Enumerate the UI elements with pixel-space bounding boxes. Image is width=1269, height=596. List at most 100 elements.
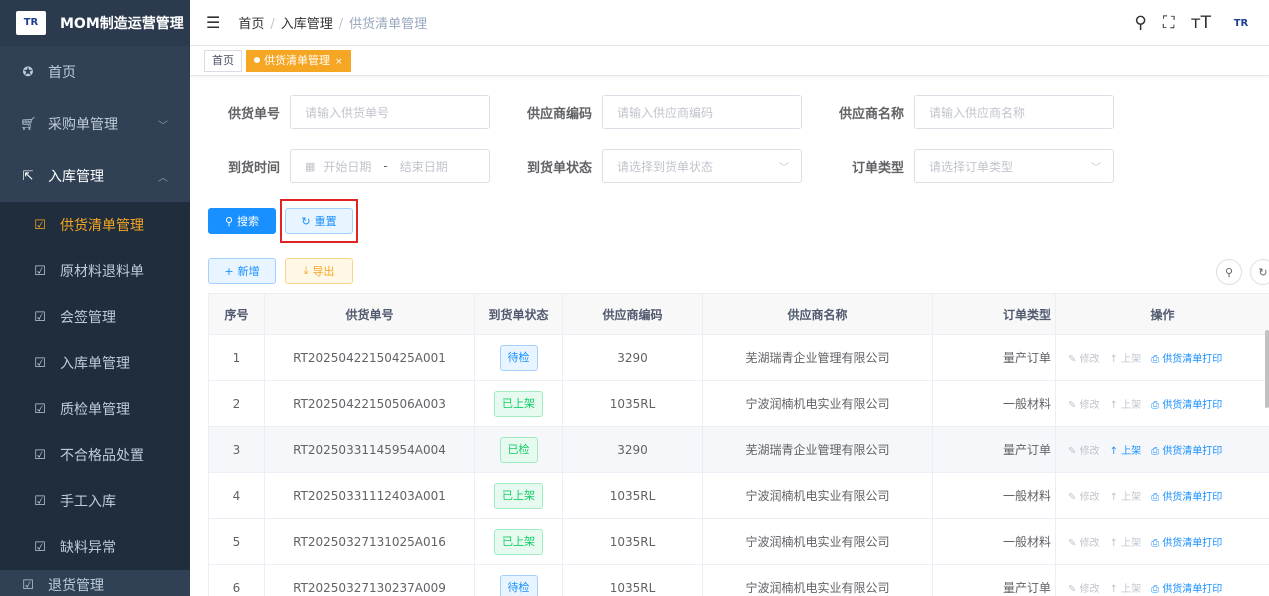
shelve-button[interactable]: ↑ 上架 <box>1110 446 1142 457</box>
arrow-up-icon: ↑ <box>1109 446 1122 457</box>
filter-label: 供货单号 <box>227 106 280 122</box>
sidebar-item-shortage[interactable]: ☑ 缺料异常 <box>0 524 190 570</box>
close-icon[interactable]: × <box>335 57 343 67</box>
sidebar-item-countersign[interactable]: ☑ 会签管理 <box>0 294 190 340</box>
filter-vendor-name: 供应商名称 请输入供应商名称 <box>824 95 1114 129</box>
table-row[interactable]: 4 RT20250331112403A001 已上架 1035RL 宁波润楠机电实业有限… <box>208 472 1269 519</box>
cart-icon: 🛒︎ <box>20 116 37 132</box>
table-row[interactable]: 3 RT20250331145954A004 已检 3290 芜湖瑞青企业管理有限公司量… <box>208 426 1269 473</box>
op-label: 供货清单打印 <box>1162 584 1223 595</box>
placeholder: 请选择到货单状态 <box>617 159 714 174</box>
add-button[interactable]: + 新增 <box>208 258 276 284</box>
range-separator: - <box>383 159 388 173</box>
printer-icon: ⎙ <box>1151 584 1163 595</box>
export-button[interactable]: ⤓ 导出 <box>285 258 353 284</box>
checkbox-icon: ☑ <box>34 447 46 463</box>
print-supply-list-button[interactable]: ⎙ 供货清单打印 <box>1151 400 1222 411</box>
edit-button[interactable]: ✎ 修改 <box>1068 584 1100 595</box>
sidebar-item-manual-inbound[interactable]: ☑ 手工入库 <box>0 478 190 524</box>
print-supply-list-button[interactable]: ⎙ 供货清单打印 <box>1151 446 1222 457</box>
cell-no: 6 <box>208 564 265 596</box>
reset-button[interactable]: ↻ 重置 <box>285 208 353 234</box>
arrival-date-range[interactable]: ▦ 开始日期 - 结束日期 <box>290 149 490 183</box>
shelve-button[interactable]: ↑ 上架 <box>1110 538 1142 549</box>
col-header-order-type: 订单类型 <box>932 293 1056 335</box>
checkbox-icon: ☑ <box>22 577 34 593</box>
edit-button[interactable]: ✎ 修改 <box>1068 492 1100 503</box>
cell-status: 已检 <box>474 426 563 473</box>
breadcrumb-current: 供货清单管理 <box>349 17 428 32</box>
checkbox-icon: ☑ <box>34 355 46 371</box>
print-supply-list-button[interactable]: ⎙ 供货清单打印 <box>1151 538 1222 549</box>
edit-button[interactable]: ✎ 修改 <box>1068 538 1100 549</box>
cell-actions: ✎ 修改 ↑ 上架 ⎙ 供货清单打印 <box>1055 472 1269 519</box>
table-row[interactable]: 5 RT20250327131025A016 已上架 1035RL 宁波润楠机电实业有限… <box>208 518 1269 565</box>
vendor-code-input[interactable]: 请输入供应商编码 <box>602 95 802 129</box>
filter-supply-no: 供货单号 请输入供货单号 <box>208 95 490 129</box>
sidebar-item-label: 质检单管理 <box>60 402 130 418</box>
order-type-select[interactable]: 请选择订单类型 ﹀ <box>914 149 1114 183</box>
user-avatar[interactable]: TR <box>1227 13 1255 33</box>
sidebar-item-inbound[interactable]: ⇱ 入库管理 ︿ <box>0 150 190 202</box>
cell-order-type: 一般材料 <box>932 518 1056 565</box>
breadcrumb-inbound[interactable]: 入库管理 <box>281 17 333 32</box>
filter-label: 供应商编码 <box>526 106 592 122</box>
cell-no: 4 <box>208 472 265 519</box>
sidebar-item-inspection[interactable]: ☑ 质检单管理 <box>0 386 190 432</box>
toggle-search-button[interactable]: ⚲ <box>1216 259 1242 285</box>
cell-vendor-name: 宁波润楠机电实业有限公司 <box>702 518 933 565</box>
op-label: 供货清单打印 <box>1162 400 1223 411</box>
tag-home[interactable]: 首页 <box>204 49 242 72</box>
arrival-status-select[interactable]: 请选择到货单状态 ﹀ <box>602 149 802 183</box>
status-badge: 待检 <box>499 574 538 596</box>
shelve-button[interactable]: ↑ 上架 <box>1110 354 1142 365</box>
cell-order-type: 量产订单 <box>932 426 1056 473</box>
font-size-icon[interactable]: ᴛT <box>1191 13 1211 33</box>
print-supply-list-button[interactable]: ⎙ 供货清单打印 <box>1151 584 1222 595</box>
sidebar-toggle-icon[interactable]: ☰ <box>206 13 220 32</box>
sidebar-item-home[interactable]: ✪ 首页 <box>0 46 190 98</box>
sidebar-item-label: 首页 <box>48 65 76 81</box>
table-row[interactable]: 2 RT20250422150506A003 已上架 1035RL 宁波润楠机电实业有限… <box>208 380 1269 427</box>
table-scrollbar[interactable] <box>1265 330 1269 408</box>
sidebar-item-nonconforming[interactable]: ☑ 不合格品处置 <box>0 432 190 478</box>
arrow-up-icon: ↑ <box>1109 584 1122 595</box>
cell-vendor-code: 1035RL <box>562 518 703 565</box>
cell-no: 5 <box>208 518 265 565</box>
sidebar-item-material-return[interactable]: ☑ 原材料退料单 <box>0 248 190 294</box>
placeholder: 请输入供货单号 <box>305 105 390 120</box>
supply-no-input[interactable]: 请输入供货单号 <box>290 95 490 129</box>
cell-vendor-code: 3290 <box>562 334 703 381</box>
cell-actions: ✎ 修改 ↑ 上架 ⎙ 供货清单打印 <box>1055 334 1269 381</box>
search-button[interactable]: ⚲ 搜索 <box>208 208 276 234</box>
print-supply-list-button[interactable]: ⎙ 供货清单打印 <box>1151 492 1222 503</box>
tag-label: 供货清单管理 <box>264 53 330 67</box>
shelve-button[interactable]: ↑ 上架 <box>1110 400 1142 411</box>
shelve-button[interactable]: ↑ 上架 <box>1110 492 1142 503</box>
refresh-icon: ↻ <box>1258 265 1268 279</box>
search-icon[interactable]: ⚲ <box>1134 13 1146 33</box>
edit-button[interactable]: ✎ 修改 <box>1068 354 1100 365</box>
sidebar-item-inbound-order[interactable]: ☑ 入库单管理 <box>0 340 190 386</box>
edit-button[interactable]: ✎ 修改 <box>1068 446 1100 457</box>
calendar-icon: ▦ <box>305 159 316 173</box>
sidebar-item-purchase[interactable]: 🛒︎ 采购单管理 ﹀ <box>0 98 190 150</box>
vendor-name-input[interactable]: 请输入供应商名称 <box>914 95 1114 129</box>
cell-vendor-name: 芜湖瑞青企业管理有限公司 <box>702 334 933 381</box>
refresh-table-button[interactable]: ↻ <box>1250 259 1269 285</box>
table-row[interactable]: 6 RT20250327130237A009 待检 1035RL 宁波润楠机电实业有限公… <box>208 564 1269 596</box>
checkbox-icon: ☑ <box>34 401 46 417</box>
table-row[interactable]: 1 RT20250422150425A001 待检 3290 芜湖瑞青企业管理有限公司量… <box>208 334 1269 381</box>
sidebar-item-supply-list[interactable]: ☑ 供货清单管理 <box>0 202 190 248</box>
tag-supply-list[interactable]: 供货清单管理 × <box>246 49 351 72</box>
sidebar-item-return[interactable]: ☑ 退货管理 <box>0 570 190 596</box>
edit-icon: ✎ <box>1068 492 1080 503</box>
breadcrumb-home[interactable]: 首页 <box>238 17 264 32</box>
fullscreen-icon[interactable]: ⛶ <box>1163 13 1175 33</box>
print-supply-list-button[interactable]: ⎙ 供货清单打印 <box>1151 354 1222 365</box>
cell-no: 3 <box>208 426 265 473</box>
edit-button[interactable]: ✎ 修改 <box>1068 400 1100 411</box>
shelve-button[interactable]: ↑ 上架 <box>1110 584 1142 595</box>
printer-icon: ⎙ <box>1151 354 1163 365</box>
filter-arrival-time: 到货时间 ▦ 开始日期 - 结束日期 <box>208 149 490 183</box>
